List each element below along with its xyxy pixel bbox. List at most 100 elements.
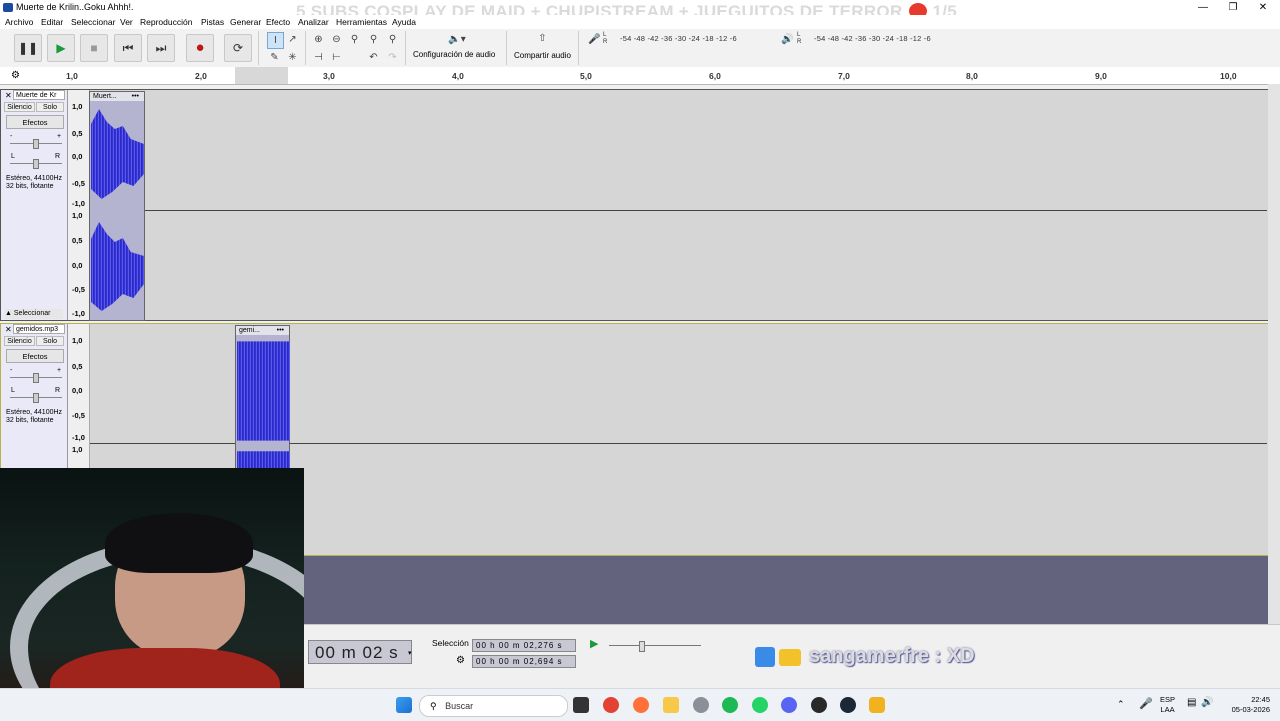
selection-end-field[interactable]: 00 h 00 m 02,694 s — [472, 655, 576, 668]
settings-icon[interactable] — [693, 697, 709, 713]
play-button[interactable]: ▶ — [47, 34, 75, 62]
menu-editar[interactable]: Editar — [41, 17, 63, 27]
steam-icon[interactable] — [840, 697, 856, 713]
speaker-icon[interactable]: 🔈▾ — [445, 32, 469, 47]
play-at-speed-icon[interactable]: ▶ — [590, 637, 598, 650]
menu-ayuda[interactable]: Ayuda — [392, 17, 416, 27]
menu-reproduccion[interactable]: Reproducción — [140, 17, 192, 27]
network-icon[interactable]: ▤ — [1187, 697, 1196, 708]
track-name-menu[interactable]: gemidos.mp3 — [13, 324, 65, 334]
menu-pistas[interactable]: Pistas — [201, 17, 224, 27]
time-display[interactable]: 00 m 02 s — [308, 640, 412, 664]
track-close-icon[interactable]: ✕ — [5, 91, 12, 100]
whatsapp-icon[interactable] — [752, 697, 768, 713]
obs-icon[interactable] — [811, 697, 827, 713]
gain-slider-knob[interactable] — [33, 373, 39, 383]
menu-generar[interactable]: Generar — [230, 17, 261, 27]
redo-icon[interactable]: ↷ — [385, 50, 400, 65]
tray-chevron-icon[interactable]: ⌃ — [1117, 699, 1125, 710]
windows-start-icon[interactable] — [396, 697, 412, 713]
time-display-dropdown-icon[interactable]: ▾ — [408, 649, 412, 657]
zoom-in-icon[interactable]: ⊕ — [311, 32, 326, 47]
clip-header[interactable]: Muert... ••• — [90, 92, 144, 101]
menu-efecto[interactable]: Efecto — [266, 17, 290, 27]
audio-clip[interactable]: Muert... ••• — [89, 91, 145, 321]
clip-menu-icon[interactable]: ••• — [132, 92, 139, 101]
gain-slider-knob[interactable] — [33, 139, 39, 149]
menu-ver[interactable]: Ver — [120, 17, 133, 27]
zoom-out-icon[interactable]: ⊖ — [329, 32, 344, 47]
volume-icon[interactable]: 🔊 — [1201, 697, 1213, 708]
language-indicator[interactable]: ESP LAA — [1160, 695, 1175, 715]
spotify-icon[interactable] — [722, 697, 738, 713]
select-track-button[interactable]: ▲ Seleccionar — [5, 309, 63, 319]
pan-slider[interactable] — [10, 393, 62, 403]
effects-button[interactable]: Efectos — [6, 115, 64, 129]
fit-project-icon[interactable]: ⚲ — [366, 32, 381, 47]
empty-project-area[interactable] — [304, 556, 1268, 624]
audio-setup-button[interactable]: Configuración de audio — [413, 50, 495, 59]
effects-button[interactable]: Efectos — [6, 349, 64, 363]
pause-button[interactable]: ❚❚ — [14, 34, 42, 62]
track-close-icon[interactable]: ✕ — [5, 325, 12, 334]
file-explorer-icon[interactable] — [663, 697, 679, 713]
record-button[interactable]: ● — [186, 34, 214, 62]
timeline-ruler[interactable]: ⚙ 1,0 2,0 3,0 4,0 5,0 6,0 7,0 8,0 9,0 10… — [0, 67, 1280, 85]
title-bar: Muerte de Krilin..Goku Ahhh!. 5 SUBS COS… — [0, 0, 1280, 21]
selection-tool-icon[interactable]: I — [267, 32, 284, 49]
vertical-scale[interactable]: 1,0 0,5 0,0 -0,5 -1,0 1,0 0,5 0,0 -0,5 -… — [68, 90, 90, 320]
tray-mic-icon[interactable]: 🎤 — [1139, 697, 1153, 710]
share-audio-button[interactable]: Compartir audio — [514, 51, 571, 60]
trim-icon[interactable]: ⊣ — [311, 50, 326, 65]
firefox-icon[interactable] — [633, 697, 649, 713]
mute-button[interactable]: Silencio — [4, 102, 35, 112]
audio-track-1[interactable]: ✕ Muerte de Kr Silencio Solo Efectos - +… — [0, 89, 1269, 321]
playback-speaker-icon[interactable]: 🔊 — [780, 32, 795, 47]
fit-selection-icon[interactable]: ⚲ — [347, 32, 362, 47]
selection-settings-icon[interactable]: ⚙ — [456, 655, 465, 666]
solo-button[interactable]: Solo — [36, 336, 64, 346]
microphone-icon[interactable]: 🎤 — [587, 32, 602, 47]
pan-slider-knob[interactable] — [33, 393, 39, 403]
clip-menu-icon[interactable]: ••• — [277, 326, 284, 335]
draw-tool-icon[interactable]: ✎ — [267, 50, 282, 65]
envelope-tool-icon[interactable]: ↗ — [285, 32, 300, 47]
pan-slider-knob[interactable] — [33, 159, 39, 169]
menu-seleccionar[interactable]: Seleccionar — [71, 17, 115, 27]
selection-start-field[interactable]: 00 h 00 m 02,276 s — [472, 639, 576, 652]
loop-button[interactable]: ⟳ — [224, 34, 252, 62]
ruler-settings-icon[interactable]: ⚙ — [11, 70, 20, 81]
mute-button[interactable]: Silencio — [4, 336, 35, 346]
silence-icon[interactable]: ⊢ — [329, 50, 344, 65]
track-name-menu[interactable]: Muerte de Kr — [13, 90, 65, 100]
playback-meter-scale[interactable]: -54 -48 -42 -36 -30 -24 -18 -12 -6 — [814, 34, 931, 43]
multi-tool-icon[interactable]: ✳ — [285, 50, 300, 65]
close-window-button[interactable]: ✕ — [1248, 0, 1278, 15]
discord-icon[interactable] — [781, 697, 797, 713]
skip-to-end-button[interactable]: ⏭ — [147, 34, 175, 62]
share-icon[interactable]: ⇧ — [535, 31, 550, 46]
clock[interactable]: 22:45 05-03-2026 — [1226, 695, 1270, 715]
menu-herramientas[interactable]: Herramientas — [336, 17, 387, 27]
chrome-icon[interactable] — [603, 697, 619, 713]
gain-slider[interactable] — [10, 373, 62, 383]
zoom-toggle-icon[interactable]: ⚲ — [385, 32, 400, 47]
audacity-taskbar-icon[interactable] — [869, 697, 885, 713]
stop-button[interactable]: ■ — [80, 34, 108, 62]
playback-speed-knob[interactable] — [639, 641, 645, 652]
maximize-button[interactable]: ❐ — [1218, 0, 1248, 15]
pan-slider[interactable] — [10, 159, 62, 169]
record-meter-scale[interactable]: -54 -48 -42 -36 -30 -24 -18 -12 -6 — [620, 34, 737, 43]
undo-icon[interactable]: ↶ — [366, 50, 381, 65]
menu-archivo[interactable]: Archivo — [5, 17, 33, 27]
minimize-button[interactable]: — — [1188, 0, 1218, 15]
playback-speed-slider[interactable] — [609, 641, 701, 652]
taskbar-search[interactable]: ⚲ Buscar — [419, 695, 568, 717]
task-view-icon[interactable] — [573, 697, 589, 713]
vertical-scrollbar[interactable] — [1268, 84, 1280, 624]
skip-to-start-button[interactable]: ⏮ — [114, 34, 142, 62]
menu-analizar[interactable]: Analizar — [298, 17, 329, 27]
gain-slider[interactable] — [10, 139, 62, 149]
clip-header[interactable]: gemi... ••• — [236, 326, 289, 335]
solo-button[interactable]: Solo — [36, 102, 64, 112]
